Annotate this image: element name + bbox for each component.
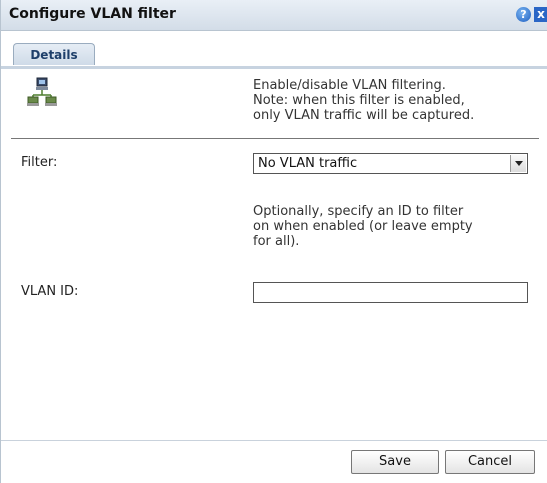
filter-label: Filter:: [21, 155, 58, 170]
vlan-filter-description: Enable/disable VLAN filtering. Note: whe…: [253, 78, 475, 123]
dialog-title: Configure VLAN filter: [9, 6, 176, 22]
chevron-down-icon[interactable]: [510, 155, 526, 172]
network-computers-icon: [27, 77, 57, 106]
footer-divider: [1, 440, 547, 441]
help-icon[interactable]: ?: [516, 7, 531, 22]
tab-underline: [1, 66, 547, 69]
filter-select[interactable]: No VLAN traffic: [253, 153, 528, 174]
configure-vlan-filter-dialog: Configure VLAN filter ? x Details Enable…: [0, 0, 547, 483]
tab-strip: Details: [1, 31, 547, 67]
filter-select-value: No VLAN traffic: [258, 156, 358, 171]
cancel-button[interactable]: Cancel: [445, 450, 535, 474]
tab-details[interactable]: Details: [13, 43, 95, 65]
vlan-id-label: VLAN ID:: [21, 284, 79, 299]
dialog-title-bar: Configure VLAN filter ? x: [1, 0, 547, 31]
close-icon[interactable]: x: [534, 7, 547, 22]
vlan-id-input[interactable]: [253, 282, 528, 303]
section-divider: [11, 138, 539, 139]
save-button[interactable]: Save: [351, 450, 439, 474]
vlan-id-hint: Optionally, specify an ID to filter on w…: [253, 204, 473, 249]
